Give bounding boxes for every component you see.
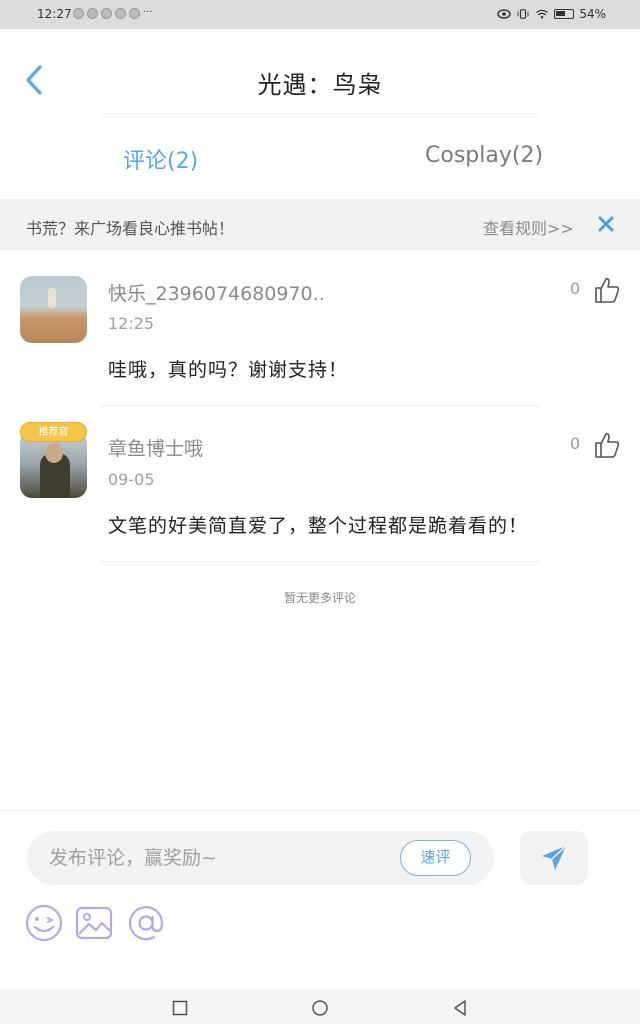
vibrate-icon: [517, 9, 529, 19]
system-nav-bar: [0, 990, 640, 1024]
like-count: 0: [570, 434, 581, 453]
battery-percent: 54%: [579, 7, 606, 21]
home-icon[interactable]: [311, 999, 329, 1017]
comment-text: 文笔的好美简直爱了，整个过程都是跪着看的！: [108, 515, 529, 537]
status-time: 12:27: [37, 7, 72, 21]
image-button[interactable]: [74, 903, 114, 943]
send-icon: [542, 845, 567, 870]
wechat-icon: [101, 8, 112, 19]
quick-comment-button[interactable]: 速评: [400, 840, 471, 876]
app-notification-icon: [129, 8, 140, 19]
emoji-button[interactable]: [24, 903, 64, 943]
tab-comments[interactable]: 评论(2): [123, 143, 198, 175]
comment-time: 12:25: [108, 314, 155, 333]
more-notifications: ···: [143, 7, 153, 18]
app-notification-icon: [73, 8, 84, 19]
thumbs-up-icon: [595, 433, 620, 458]
close-icon: [598, 216, 614, 232]
thumbs-up-icon: [595, 278, 620, 303]
comment-composer: 速评: [0, 810, 640, 990]
avatar-figure: [48, 288, 56, 308]
comment-username[interactable]: 章鱼博士哦: [108, 434, 203, 461]
comment-text: 哇哦，真的吗？谢谢支持！: [108, 359, 349, 381]
close-banner-button[interactable]: [596, 214, 616, 234]
wifi-icon: [536, 9, 549, 19]
comment-input[interactable]: [49, 845, 389, 871]
header-divider: [100, 113, 540, 114]
no-more-comments: 暂无更多评论: [283, 591, 356, 605]
notification-icons: ···: [73, 8, 153, 19]
avatar[interactable]: [20, 276, 87, 343]
back-nav-icon[interactable]: [451, 999, 469, 1017]
comment-divider: [100, 561, 540, 562]
battery-icon: [554, 9, 575, 19]
mention-button[interactable]: [126, 903, 166, 943]
recommender-badge: 推荐官: [20, 422, 87, 442]
like-count: 0: [570, 279, 581, 298]
banner-text: 书荒？来广场看良心推书帖！: [26, 219, 235, 238]
wink-emoji-icon: [25, 904, 63, 942]
recent-apps-icon[interactable]: [171, 999, 189, 1017]
status-right: 54%: [497, 7, 606, 21]
comment-box: 速评: [27, 831, 494, 885]
eye-icon: [497, 9, 512, 19]
comment-time: 09-05: [108, 470, 155, 489]
header: 光遇：鸟枭: [0, 29, 640, 115]
tab-cosplay[interactable]: Cosplay(2): [425, 143, 543, 168]
image-icon: [75, 906, 113, 940]
tab-bar: 评论(2) Cosplay(2): [0, 115, 640, 199]
like-button[interactable]: [593, 431, 621, 459]
send-button[interactable]: [520, 831, 588, 885]
comment-divider: [100, 405, 540, 406]
app-notification-icon: [115, 8, 126, 19]
promo-banner: 书荒？来广场看良心推书帖！ 查看规则>>: [0, 199, 640, 250]
avatar-head: [45, 443, 63, 463]
at-icon: [128, 906, 164, 941]
like-button[interactable]: [593, 276, 621, 304]
page-title: 光遇：鸟枭: [257, 71, 383, 99]
app-notification-icon: [87, 8, 98, 19]
status-bar: 12:27 ··· 54%: [0, 0, 640, 29]
view-rules-link[interactable]: 查看规则>>: [483, 215, 574, 239]
comment-username[interactable]: 快乐_2396074680970..: [108, 279, 325, 306]
